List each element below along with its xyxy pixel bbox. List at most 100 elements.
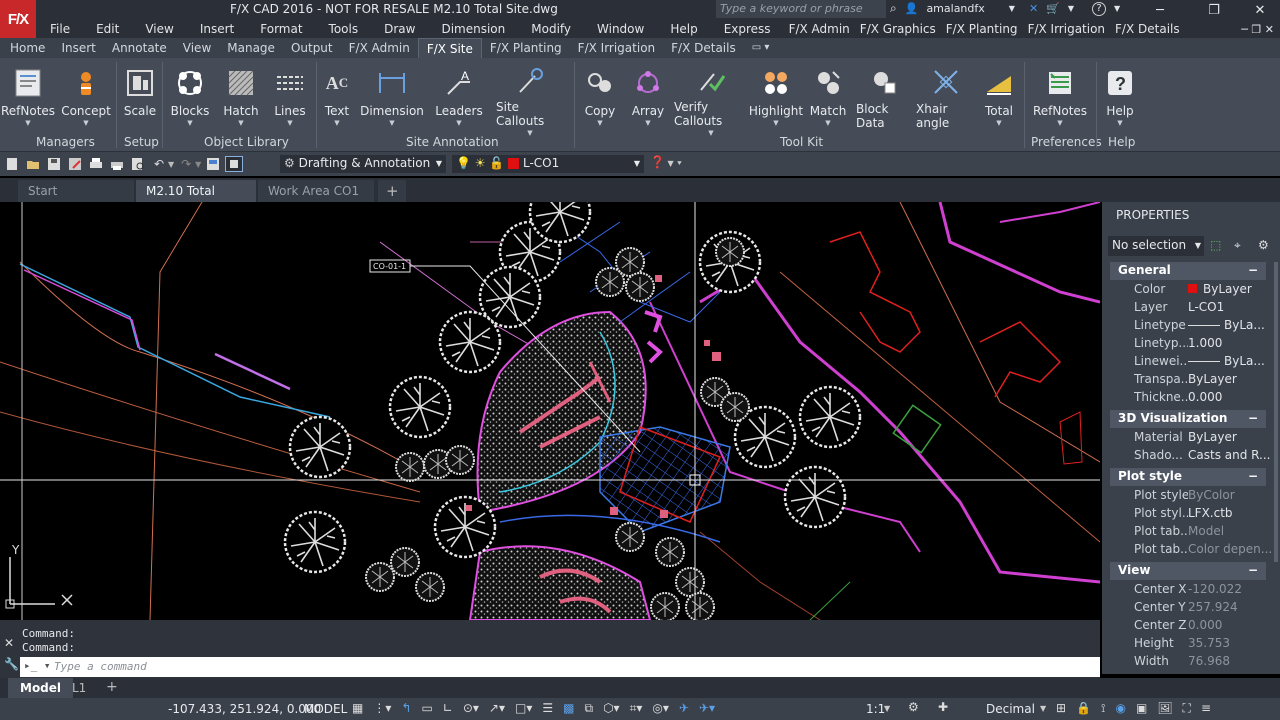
prop-row[interactable]: Plot style ByColor bbox=[1134, 488, 1272, 506]
isodraft-icon[interactable]: ↗▾ bbox=[489, 701, 505, 716]
section-3d-visualization[interactable]: 3D Visualization − bbox=[1110, 410, 1266, 428]
tab-model[interactable]: Model bbox=[8, 678, 74, 698]
lineweight-icon[interactable]: ☰ bbox=[542, 701, 553, 716]
open-folder-icon[interactable] bbox=[24, 156, 42, 172]
prop-row[interactable]: Layer L-CO1 bbox=[1134, 300, 1272, 318]
tab-home[interactable]: Home bbox=[2, 38, 53, 58]
verify-callouts-button[interactable]: Verify Callouts ▼ bbox=[674, 66, 748, 137]
workspace-select[interactable]: ⚙ Drafting & Annotation ▼ bbox=[280, 155, 446, 173]
toggle-pickadd-icon[interactable]: ⚙ bbox=[1258, 238, 1269, 252]
chevron-down-icon[interactable]: ▼ bbox=[884, 704, 890, 713]
cart-icon[interactable]: 🛒 bbox=[1046, 2, 1060, 15]
prop-row[interactable]: Plot tab... Color depen... bbox=[1134, 542, 1272, 560]
quick-select-icon[interactable]: ⬚ bbox=[1210, 238, 1221, 252]
maximize-button[interactable]: ❐ bbox=[1194, 0, 1234, 20]
tab-output[interactable]: Output bbox=[283, 38, 341, 58]
prop-row[interactable]: Linewei... ByLa... bbox=[1134, 354, 1272, 372]
command-input[interactable]: ▸_ ▾ Type a command bbox=[20, 657, 1100, 677]
dimension-button[interactable]: Dimension ▼ bbox=[360, 66, 424, 130]
osnap-icon[interactable]: □▾ bbox=[515, 701, 532, 716]
blocks-button[interactable]: Blocks ▼ bbox=[170, 66, 210, 130]
annotation-scale-select[interactable]: 1:1 bbox=[866, 702, 885, 716]
add-layout-button[interactable]: + bbox=[106, 679, 118, 695]
array-button[interactable]: Array ▼ bbox=[630, 66, 666, 130]
redo-icon[interactable]: ↷ bbox=[177, 156, 195, 172]
clean-screen-icon[interactable]: ▣ bbox=[1136, 701, 1147, 716]
prop-row[interactable]: Linetyp... 1.000 bbox=[1134, 336, 1272, 354]
exchange-icon[interactable]: ✕ bbox=[1029, 2, 1038, 15]
tab-fx-admin[interactable]: F/X Admin bbox=[341, 38, 418, 58]
polar-icon[interactable]: ⊙▾ bbox=[463, 701, 479, 716]
layer-states-icon[interactable] bbox=[204, 156, 222, 172]
prop-row[interactable]: Shado... Casts and R... bbox=[1134, 448, 1272, 466]
app-logo[interactable]: F/X bbox=[0, 0, 36, 38]
add-icon[interactable]: ✚ bbox=[938, 700, 948, 714]
prop-row[interactable]: Thickne... 0.000 bbox=[1134, 390, 1272, 408]
units-select[interactable]: Decimal bbox=[986, 702, 1035, 716]
menu-fx-irrigation[interactable]: F/X Irrigation bbox=[1023, 22, 1110, 36]
coordinates-readout[interactable]: -107.433, 251.924, 0.000 bbox=[168, 702, 321, 716]
properties-scrollbar[interactable] bbox=[1274, 262, 1278, 562]
chevron-down-icon[interactable]: ▼ bbox=[1040, 704, 1046, 713]
layer-select[interactable]: 💡 ☀ 🔓 L-CO1 ▼ bbox=[452, 155, 644, 173]
quick-properties-icon[interactable]: ⊞ bbox=[1056, 701, 1066, 716]
settings-gear-icon[interactable]: ⚙ bbox=[908, 700, 919, 714]
tab-fx-site[interactable]: F/X Site bbox=[417, 38, 482, 58]
tab-manage[interactable]: Manage bbox=[219, 38, 283, 58]
menu-fx-admin[interactable]: F/X Admin bbox=[784, 22, 855, 36]
tab-fx-details[interactable]: F/X Details bbox=[663, 38, 744, 58]
selection-select[interactable]: No selection ▼ bbox=[1108, 236, 1204, 256]
prop-row[interactable]: Height 35.753 bbox=[1134, 636, 1272, 654]
binoculars-icon[interactable]: ⌕ bbox=[890, 1, 897, 16]
chevron-down-icon[interactable]: ▼ bbox=[1068, 4, 1074, 13]
menu-tools[interactable]: Tools bbox=[316, 22, 372, 36]
lock-ui-icon[interactable]: 🔒 bbox=[1076, 701, 1091, 716]
menu-file[interactable]: File bbox=[36, 22, 83, 36]
tab-view[interactable]: View bbox=[175, 38, 219, 58]
select-objects-icon[interactable]: ⌖ bbox=[1234, 238, 1241, 253]
grid-icon[interactable]: ▦ bbox=[352, 701, 363, 716]
annotation-scale-icon[interactable]: ✈ bbox=[679, 701, 689, 716]
save-as-icon[interactable] bbox=[66, 156, 84, 172]
collapse-icon[interactable]: − bbox=[1248, 411, 1258, 425]
chevron-down-icon[interactable]: ▼ bbox=[195, 160, 201, 169]
snap-icon[interactable]: ⋮▾ bbox=[373, 701, 391, 716]
notification-icon[interactable]: 🖼 bbox=[1157, 701, 1172, 716]
collapse-icon[interactable]: − bbox=[1248, 469, 1258, 483]
section-view[interactable]: View − bbox=[1110, 562, 1266, 580]
doc-window-controls[interactable]: ─ ❐ ✕ bbox=[1241, 23, 1274, 36]
callout-label[interactable]: CO-01-1 bbox=[373, 262, 406, 271]
menu-edit[interactable]: Edit bbox=[83, 22, 132, 36]
new-file-icon[interactable] bbox=[3, 156, 21, 172]
wrench-icon[interactable]: 🔧 bbox=[4, 657, 19, 671]
preview-icon[interactable] bbox=[129, 156, 147, 172]
menu-help[interactable]: Help bbox=[657, 22, 710, 36]
undo-icon[interactable]: ↶ bbox=[150, 156, 168, 172]
highlight-button[interactable]: Highlight ▼ bbox=[749, 66, 803, 130]
command-close-icon[interactable]: ✕ bbox=[4, 636, 14, 650]
menu-draw[interactable]: Draw bbox=[371, 22, 428, 36]
prop-row[interactable]: Transpa... ByLayer bbox=[1134, 372, 1272, 390]
drawing-canvas[interactable]: CO-01-1 Y bbox=[0, 202, 1100, 620]
menu-modify[interactable]: Modify bbox=[518, 22, 584, 36]
menu-fx-details[interactable]: F/X Details bbox=[1110, 22, 1185, 36]
section-general[interactable]: General − bbox=[1110, 262, 1266, 280]
menu-insert[interactable]: Insert bbox=[187, 22, 247, 36]
ortho-icon[interactable]: ∟ bbox=[443, 701, 453, 716]
new-tab-button[interactable]: + bbox=[378, 180, 406, 202]
infer-icon[interactable]: ↰ bbox=[401, 701, 411, 716]
hardware-acceleration-icon[interactable]: ◉ bbox=[1115, 701, 1125, 716]
match-button[interactable]: Match ▼ bbox=[808, 66, 848, 130]
search-input[interactable]: Type a keyword or phrase bbox=[716, 0, 886, 18]
tab-fx-irrigation[interactable]: F/X Irrigation bbox=[570, 38, 663, 58]
xhair-angle-button[interactable]: Xhair angle bbox=[916, 66, 976, 130]
ribbon-options-icon[interactable]: ▭ ▾ bbox=[744, 38, 778, 58]
menu-format[interactable]: Format bbox=[247, 22, 315, 36]
prop-row[interactable]: Center Y 257.924 bbox=[1134, 600, 1272, 618]
prop-row[interactable]: Center Z 0.000 bbox=[1134, 618, 1272, 636]
prop-row[interactable]: Material ByLayer bbox=[1134, 430, 1272, 448]
total-button[interactable]: Total ▼ bbox=[980, 66, 1018, 130]
copy-button[interactable]: Copy ▼ bbox=[582, 66, 618, 130]
user-name[interactable]: amalandfx bbox=[926, 2, 984, 15]
collapse-icon[interactable]: − bbox=[1248, 263, 1258, 277]
